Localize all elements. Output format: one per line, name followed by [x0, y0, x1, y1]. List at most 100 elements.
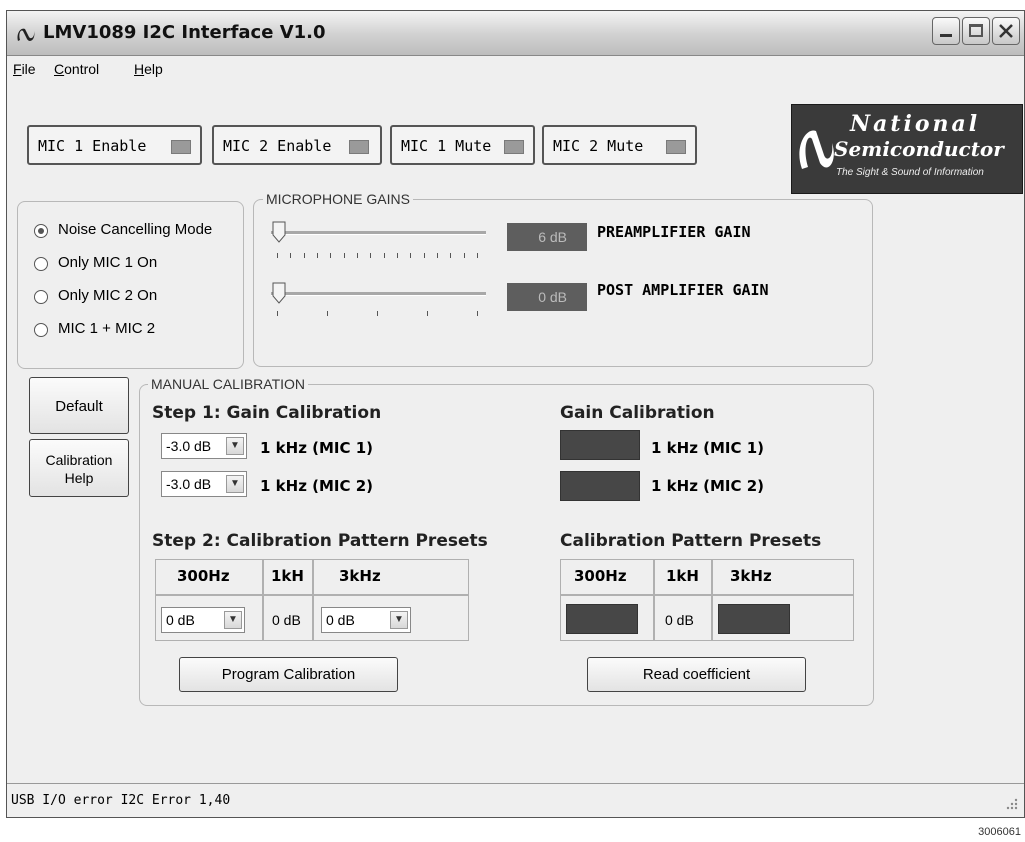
readback-col-300hz: 300Hz	[574, 567, 627, 585]
mode-label-3: MIC 1 + MIC 2	[58, 320, 156, 337]
chevron-down-icon: ▼	[226, 475, 244, 493]
preset-3khz-value: 0 dB	[326, 612, 355, 628]
preset-300hz-select[interactable]: 0 dB ▼	[161, 607, 245, 633]
slider-tick	[344, 253, 345, 258]
mic1-gain-calibration-value: -3.0 dB	[166, 438, 212, 454]
mic2-gain-calibration-value: -3.0 dB	[166, 476, 212, 492]
slider-tick	[357, 253, 358, 258]
slider-tick	[437, 253, 438, 258]
slider-tick	[327, 311, 328, 316]
maximize-button[interactable]	[962, 17, 990, 45]
maximize-icon	[969, 24, 983, 37]
mic1-mute-indicator	[504, 140, 524, 154]
logo-line1: National	[850, 111, 981, 137]
menu-help[interactable]: Help	[134, 61, 163, 77]
slider-tick	[277, 253, 278, 258]
chevron-down-icon: ▼	[390, 611, 408, 629]
readback-col-3khz: 3kHz	[730, 567, 772, 585]
mic2-mute-label: MIC 2 Mute	[553, 137, 644, 155]
calibration-help-button[interactable]: Calibration Help	[29, 439, 129, 497]
slider-tick	[377, 311, 378, 316]
preamp-gain-slider-track[interactable]	[271, 231, 486, 235]
default-button-label: Default	[55, 398, 103, 415]
read-coefficient-label: Read coefficient	[642, 666, 751, 683]
close-icon	[999, 24, 1013, 38]
slider-tick	[450, 253, 451, 258]
program-calibration-button[interactable]: Program Calibration	[179, 657, 398, 692]
mic1-enable-indicator	[171, 140, 191, 154]
close-button[interactable]	[992, 17, 1020, 45]
mic1-enable-label: MIC 1 Enable	[38, 137, 147, 155]
mode-radio-2[interactable]	[34, 290, 48, 304]
menu-control[interactable]: Control	[54, 61, 99, 77]
mic2-mute-indicator	[666, 140, 686, 154]
mic1-gain-calibration-label: 1 kHz (MIC 1)	[260, 439, 374, 457]
preamp-gain-slider-thumb[interactable]	[272, 221, 286, 243]
postamp-gain-slider-thumb[interactable]	[272, 282, 286, 304]
mic2-gain-readback-box	[560, 471, 640, 501]
slider-tick	[277, 311, 278, 316]
slider-tick	[397, 253, 398, 258]
status-text: USB I/O error I2C Error 1,40	[11, 793, 231, 808]
mic2-gain-readback-label: 1 kHz (MIC 2)	[651, 477, 765, 495]
mic2-enable-indicator	[349, 140, 369, 154]
mic1-mute-label: MIC 1 Mute	[401, 137, 492, 155]
slider-tick	[410, 253, 411, 258]
mic1-mute-button[interactable]: MIC 1 Mute	[390, 125, 535, 165]
readback-col-1khz: 1kH	[666, 567, 699, 585]
slider-tick	[304, 253, 305, 258]
slider-tick	[290, 253, 291, 258]
postamp-gain-slider-track[interactable]	[271, 292, 486, 296]
slider-tick	[427, 311, 428, 316]
mic2-enable-label: MIC 2 Enable	[223, 137, 332, 155]
mode-radio-0[interactable]	[34, 224, 48, 238]
mic1-gain-readback-label: 1 kHz (MIC 1)	[651, 439, 765, 457]
postamp-gain-ticks	[277, 311, 478, 316]
slider-tick	[477, 311, 478, 316]
step1-heading: Step 1: Gain Calibration	[152, 403, 382, 423]
gain-calibration-readback-heading: Gain Calibration	[560, 403, 715, 423]
slider-tick	[464, 253, 465, 258]
preset-col-300hz: 300Hz	[177, 567, 230, 585]
preset-readback-heading: Calibration Pattern Presets	[560, 531, 822, 551]
mic2-gain-calibration-label: 1 kHz (MIC 2)	[260, 477, 374, 495]
preset-3khz-select[interactable]: 0 dB ▼	[321, 607, 411, 633]
menu-file[interactable]: File	[13, 61, 36, 77]
logo-tagline: The Sight & Sound of Information	[836, 167, 984, 178]
preset-300hz-value: 0 dB	[166, 612, 195, 628]
postamp-gain-readout: 0 dB	[507, 283, 587, 311]
calibration-help-label-2: Help	[64, 470, 94, 486]
window-title: LMV1089 I2C Interface V1.0	[43, 22, 326, 43]
minimize-button[interactable]	[932, 17, 960, 45]
preset-col-1khz: 1kH	[271, 567, 304, 585]
mode-radio-3[interactable]	[34, 323, 48, 337]
preset-1khz-value: 0 dB	[272, 612, 301, 628]
readback-300hz-box	[566, 604, 638, 634]
slider-tick	[424, 253, 425, 258]
mode-radio-1[interactable]	[34, 257, 48, 271]
slider-tick	[370, 253, 371, 258]
step2-heading: Step 2: Calibration Pattern Presets	[152, 531, 488, 551]
national-logo-icon	[17, 28, 35, 42]
table-header-cell	[313, 559, 469, 595]
mic1-gain-calibration-select[interactable]: -3.0 dB ▼	[161, 433, 247, 459]
mic1-enable-button[interactable]: MIC 1 Enable	[27, 125, 202, 165]
calibration-preset-table: 300Hz 1kH 3kHz 0 dB ▼ 0 dB 0 dB ▼	[155, 559, 469, 641]
calibration-help-label-1: Calibration	[45, 452, 113, 468]
chevron-down-icon: ▼	[226, 437, 244, 455]
logo-line2: Semiconductor	[834, 137, 1004, 161]
mic2-gain-calibration-select[interactable]: -3.0 dB ▼	[161, 471, 247, 497]
mic2-mute-button[interactable]: MIC 2 Mute	[542, 125, 697, 165]
slider-tick	[330, 253, 331, 258]
slider-tick	[317, 253, 318, 258]
resize-grip-icon[interactable]	[1003, 795, 1019, 811]
preamp-gain-readout: 6 dB	[507, 223, 587, 251]
national-semiconductor-logo: National Semiconductor The Sight & Sound…	[791, 104, 1023, 194]
default-button[interactable]: Default	[29, 377, 129, 434]
read-coefficient-button[interactable]: Read coefficient	[587, 657, 806, 692]
preset-col-3khz: 3kHz	[339, 567, 381, 585]
mic2-enable-button[interactable]: MIC 2 Enable	[212, 125, 382, 165]
slider-tick	[384, 253, 385, 258]
chevron-down-icon: ▼	[224, 611, 242, 629]
national-logo-mark-icon	[799, 130, 834, 169]
